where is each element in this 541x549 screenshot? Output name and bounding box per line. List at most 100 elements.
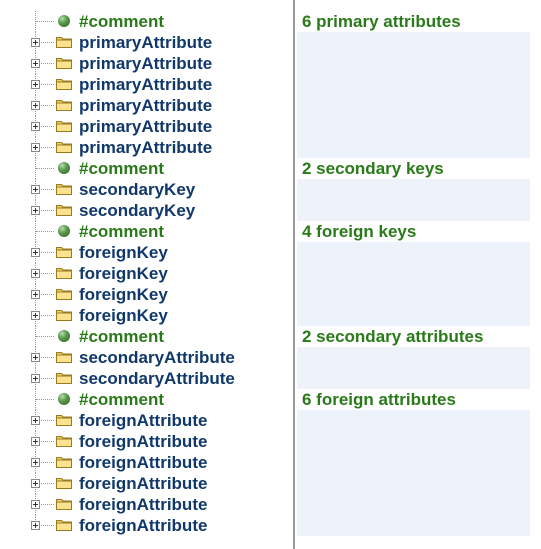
tree-node-label: secondaryKey bbox=[79, 180, 196, 199]
tree-node-element[interactable]: secondaryAttribute bbox=[0, 368, 292, 389]
comment-body-area bbox=[297, 347, 530, 389]
tree-node-element[interactable]: foreignAttribute bbox=[0, 431, 292, 452]
tree-node-element[interactable]: foreignKey bbox=[0, 284, 292, 305]
expand-plus-icon[interactable] bbox=[31, 185, 40, 194]
expand-plus-icon[interactable] bbox=[31, 374, 40, 383]
tree-node-label: foreignAttribute bbox=[79, 474, 208, 493]
tree-node-element[interactable]: primaryAttribute bbox=[0, 137, 292, 158]
tree-node-element[interactable]: foreignAttribute bbox=[0, 452, 292, 473]
tree-node-element[interactable]: foreignKey bbox=[0, 305, 292, 326]
expand-plus-icon[interactable] bbox=[31, 269, 40, 278]
comment-body-area bbox=[297, 242, 530, 326]
tree-node-label: foreignKey bbox=[79, 285, 168, 304]
folder-icon bbox=[56, 478, 72, 489]
folder-icon bbox=[56, 499, 72, 510]
tree-node-element[interactable]: foreignKey bbox=[0, 263, 292, 284]
tree-node-label: primaryAttribute bbox=[79, 96, 213, 115]
tree-node-element[interactable]: secondaryKey bbox=[0, 200, 292, 221]
expand-plus-icon[interactable] bbox=[31, 38, 40, 47]
tree-branch-line bbox=[36, 399, 54, 400]
tree-node-element[interactable]: primaryAttribute bbox=[0, 32, 292, 53]
expand-plus-icon[interactable] bbox=[31, 248, 40, 257]
tree-node-label: foreignKey bbox=[79, 306, 168, 325]
tree-node-label: #comment bbox=[79, 222, 165, 241]
tree-node-label: foreignAttribute bbox=[79, 495, 208, 514]
tree-node-label: primaryAttribute bbox=[79, 75, 213, 94]
tree-node-comment[interactable]: #comment bbox=[0, 326, 292, 347]
tree-node-element[interactable]: primaryAttribute bbox=[0, 53, 292, 74]
expand-plus-icon[interactable] bbox=[31, 80, 40, 89]
tree-branch-line bbox=[36, 168, 54, 169]
expand-plus-icon[interactable] bbox=[31, 353, 40, 362]
folder-icon bbox=[56, 373, 72, 384]
folder-icon bbox=[56, 310, 72, 321]
comment-panel: 6 primary attributes 2 secondary keys 4 fo… bbox=[297, 0, 541, 549]
xml-tree: #comment primaryAttribute primaryAttribute… bbox=[0, 0, 292, 549]
tree-branch-line bbox=[36, 21, 54, 22]
tree-node-label: #comment bbox=[79, 390, 165, 409]
folder-icon bbox=[56, 520, 72, 531]
folder-icon bbox=[56, 100, 72, 111]
expand-plus-icon[interactable] bbox=[31, 416, 40, 425]
expand-plus-icon[interactable] bbox=[31, 290, 40, 299]
expand-plus-icon[interactable] bbox=[31, 437, 40, 446]
comment-text: 2 secondary attributes bbox=[297, 326, 532, 347]
folder-icon bbox=[56, 37, 72, 48]
tree-node-label: secondaryKey bbox=[79, 201, 196, 220]
tree-node-element[interactable]: primaryAttribute bbox=[0, 74, 292, 95]
tree-node-element[interactable]: foreignAttribute bbox=[0, 515, 292, 536]
folder-icon bbox=[56, 352, 72, 363]
tree-node-label: secondaryAttribute bbox=[79, 348, 235, 367]
comment-node-icon bbox=[58, 162, 70, 174]
tree-node-comment[interactable]: #comment bbox=[0, 389, 292, 410]
tree-node-label: foreignAttribute bbox=[79, 432, 208, 451]
comment-text: 6 primary attributes bbox=[297, 11, 532, 32]
tree-node-label: primaryAttribute bbox=[79, 54, 213, 73]
tree-node-label: #comment bbox=[79, 327, 165, 346]
pane-splitter[interactable] bbox=[293, 0, 295, 549]
tree-node-label: primaryAttribute bbox=[79, 33, 213, 52]
comment-body-area bbox=[297, 32, 530, 158]
expand-plus-icon[interactable] bbox=[31, 458, 40, 467]
expand-plus-icon[interactable] bbox=[31, 500, 40, 509]
tree-node-element[interactable]: foreignAttribute bbox=[0, 473, 292, 494]
tree-node-element[interactable]: foreignAttribute bbox=[0, 410, 292, 431]
expand-plus-icon[interactable] bbox=[31, 206, 40, 215]
tree-node-element[interactable]: primaryAttribute bbox=[0, 95, 292, 116]
expand-plus-icon[interactable] bbox=[31, 122, 40, 131]
folder-icon bbox=[56, 247, 72, 258]
comment-node-icon bbox=[58, 15, 70, 27]
tree-node-comment[interactable]: #comment bbox=[0, 221, 292, 242]
expand-plus-icon[interactable] bbox=[31, 101, 40, 110]
comment-body-area bbox=[297, 410, 530, 536]
tree-node-label: foreignKey bbox=[79, 264, 168, 283]
tree-node-element[interactable]: secondaryAttribute bbox=[0, 347, 292, 368]
tree-node-element[interactable]: secondaryKey bbox=[0, 179, 292, 200]
comment-body-area bbox=[297, 179, 530, 221]
tree-node-label: foreignAttribute bbox=[79, 411, 208, 430]
folder-icon bbox=[56, 205, 72, 216]
expand-plus-icon[interactable] bbox=[31, 479, 40, 488]
tree-node-label: secondaryAttribute bbox=[79, 369, 235, 388]
expand-plus-icon[interactable] bbox=[31, 311, 40, 320]
folder-icon bbox=[56, 289, 72, 300]
tree-node-label: #comment bbox=[79, 12, 165, 31]
comment-node-icon bbox=[58, 393, 70, 405]
tree-node-label: primaryAttribute bbox=[79, 138, 213, 157]
tree-node-element[interactable]: foreignAttribute bbox=[0, 494, 292, 515]
expand-plus-icon[interactable] bbox=[31, 59, 40, 68]
tree-node-label: foreignAttribute bbox=[79, 453, 208, 472]
tree-node-element[interactable]: primaryAttribute bbox=[0, 116, 292, 137]
folder-icon bbox=[56, 436, 72, 447]
tree-node-comment[interactable]: #comment bbox=[0, 158, 292, 179]
tree-node-comment[interactable]: #comment bbox=[0, 11, 292, 32]
expand-plus-icon[interactable] bbox=[31, 143, 40, 152]
folder-icon bbox=[56, 268, 72, 279]
comment-node-icon bbox=[58, 225, 70, 237]
tree-node-label: foreignKey bbox=[79, 243, 168, 262]
folder-icon bbox=[56, 142, 72, 153]
tree-node-element[interactable]: foreignKey bbox=[0, 242, 292, 263]
expand-plus-icon[interactable] bbox=[31, 521, 40, 530]
tree-node-label: primaryAttribute bbox=[79, 117, 213, 136]
comment-text: 4 foreign keys bbox=[297, 221, 532, 242]
